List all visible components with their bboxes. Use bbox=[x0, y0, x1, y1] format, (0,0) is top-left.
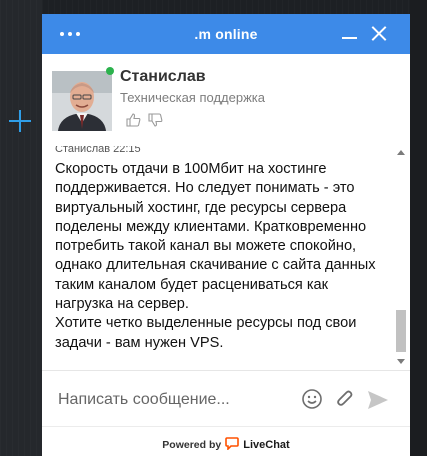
message-input[interactable] bbox=[56, 386, 300, 414]
scroll-down-arrow-icon[interactable] bbox=[396, 355, 406, 367]
emoji-icon[interactable] bbox=[301, 388, 323, 410]
avatar bbox=[52, 71, 112, 131]
chat-header: .m online bbox=[42, 14, 410, 54]
minimize-icon[interactable] bbox=[340, 28, 360, 42]
chat-widget: .m online Станислав Техническая поддержк… bbox=[42, 14, 410, 456]
plus-icon[interactable] bbox=[9, 110, 31, 132]
send-icon[interactable] bbox=[366, 389, 390, 411]
message-text: Скорость отдачи в 100Мбит на хостинге по… bbox=[55, 160, 390, 353]
scrollbar-thumb[interactable] bbox=[396, 310, 406, 352]
powered-by-label: Powered by bbox=[162, 439, 222, 451]
agent-info: Станислав Техническая поддержка bbox=[42, 54, 410, 146]
agent-name: Станислав bbox=[120, 68, 206, 85]
agent-role: Техническая поддержка bbox=[120, 90, 265, 105]
scroll-up-arrow-icon[interactable] bbox=[396, 146, 406, 158]
message-list: Станислав 22:15 Скорость отдачи в 100Мби… bbox=[42, 146, 410, 368]
composer bbox=[42, 371, 410, 426]
message-scrollbar[interactable] bbox=[394, 146, 408, 368]
thumbs-down-icon[interactable] bbox=[148, 113, 163, 127]
thumbs-up-icon[interactable] bbox=[126, 113, 141, 127]
paperclip-icon[interactable] bbox=[334, 388, 356, 410]
brand-name: LiveChat bbox=[243, 439, 290, 451]
livechat-logo-icon bbox=[225, 437, 240, 453]
footer: Powered by LiveChat bbox=[42, 426, 410, 456]
message-line: Хотите четко выделенные ресурсы под свои… bbox=[55, 315, 357, 351]
message-line: Скорость отдачи в 100Мбит на хостинге по… bbox=[55, 161, 376, 313]
close-icon[interactable] bbox=[370, 24, 388, 42]
background-edge bbox=[410, 0, 427, 456]
online-status-dot bbox=[106, 67, 114, 75]
message-author-time: Станислав 22:15 bbox=[55, 146, 141, 155]
powered-by[interactable]: Powered by LiveChat bbox=[42, 437, 410, 453]
